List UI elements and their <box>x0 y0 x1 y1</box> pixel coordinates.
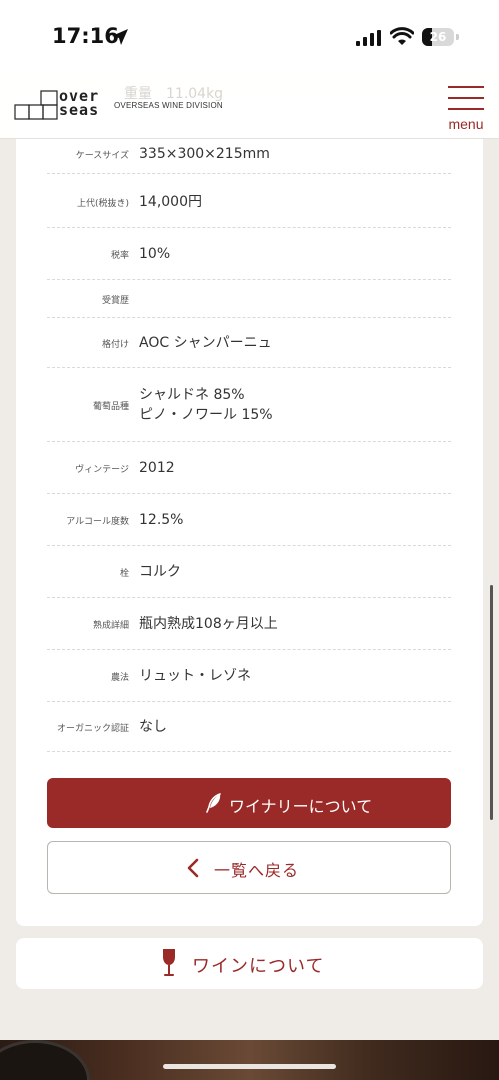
about-wine-button[interactable]: ワインについて <box>16 938 483 989</box>
coffee-cup-image <box>0 1040 90 1080</box>
battery-tip <box>456 34 459 40</box>
footer-photo <box>0 1040 499 1080</box>
spec-row: 格付け AOC シャンパーニュ <box>47 318 451 368</box>
spec-row: 農法 リュット・レゾネ <box>47 650 451 702</box>
logo-icon <box>14 90 58 120</box>
spec-row: 葡萄品種 シャルドネ 85% ピノ・ノワール 15% <box>47 368 451 442</box>
spec-row: 上代(税抜き) 14,000円 <box>47 176 451 228</box>
spec-label: 受賞歴 <box>101 296 129 306</box>
spec-label: ヴィンテージ <box>75 465 129 475</box>
about-winery-label: ワイナリーについて <box>229 797 373 816</box>
spec-value: 10% <box>139 246 171 262</box>
home-indicator[interactable] <box>163 1064 336 1069</box>
spec-label: ケースサイズ <box>75 151 129 161</box>
spec-value: 12.5% <box>139 512 184 528</box>
logo-subtitle: OVERSEAS WINE DIVISION <box>114 101 223 110</box>
spec-row: 熟成詳細 瓶内熟成108ヶ月以上 <box>47 598 451 650</box>
battery-level: 26 <box>429 30 447 44</box>
spec-label: 格付け <box>101 340 129 350</box>
spec-value: 14,000円 <box>139 194 202 210</box>
about-winery-button[interactable]: ワイナリーについて <box>47 778 451 828</box>
spec-row: 税率 10% <box>47 228 451 280</box>
back-to-list-label: 一覧へ戻る <box>214 861 300 880</box>
spec-value: 2012 <box>139 460 175 476</box>
spec-value: コルク <box>139 564 181 580</box>
spec-value: AOC シャンパーニュ <box>139 335 272 351</box>
spec-value: 335×300×215mm <box>139 146 270 162</box>
spec-row: ケースサイズ 335×300×215mm <box>47 134 451 174</box>
clock: 17:16 <box>52 24 119 48</box>
menu-button[interactable]: menu <box>446 84 486 134</box>
feather-icon <box>206 793 221 813</box>
spec-value: 瓶内熟成108ヶ月以上 <box>139 616 278 632</box>
spec-row: ヴィンテージ 2012 <box>47 442 451 494</box>
spec-row: オーガニック認証 なし <box>47 702 451 752</box>
spec-row: 栓コルク <box>47 546 451 598</box>
cellular-signal-icon <box>356 30 381 46</box>
spec-row: 受賞歴 <box>47 280 451 318</box>
menu-bar-2 <box>448 97 484 99</box>
spec-label: オーガニック認証 <box>56 724 129 734</box>
wifi-icon <box>390 27 414 45</box>
logo-line-2: seas <box>59 101 100 119</box>
spec-label: 上代(税抜き) <box>76 199 129 209</box>
spec-label: 税率 <box>110 251 129 261</box>
spec-value: なし <box>139 719 167 735</box>
logo-wordmark[interactable]: over seas <box>59 89 100 119</box>
spec-label: 葡萄品種 <box>92 402 129 412</box>
menu-bar-3 <box>448 108 484 110</box>
about-wine-label: ワインについて <box>192 956 325 977</box>
battery-icon: 26 <box>422 28 454 46</box>
spec-label: 農法 <box>110 673 129 683</box>
wine-glass-icon <box>163 949 175 976</box>
spec-value-line-2: ピノ・ノワール 15% <box>139 407 273 423</box>
spec-label: アルコール度数 <box>66 517 129 527</box>
scrolled-under-text: 重量 11.04kg <box>124 86 224 102</box>
site-header: 重量 11.04kg over seas OVERSEAS WINE DIVIS… <box>0 76 499 139</box>
chevron-left-icon <box>187 858 199 878</box>
spec-value: リュット・レゾネ <box>139 668 251 684</box>
status-bar: 17:16 26 <box>0 0 499 76</box>
menu-bar-1 <box>448 86 484 88</box>
spec-label: 栓 <box>119 569 129 579</box>
spec-value: シャルドネ 85% <box>139 387 245 403</box>
scrollbar[interactable] <box>490 585 493 820</box>
spec-label: 熟成詳細 <box>92 621 129 631</box>
spec-row: アルコール度数 12.5% <box>47 494 451 546</box>
location-arrow-icon <box>112 29 128 45</box>
menu-label: menu <box>448 116 484 132</box>
back-to-list-button[interactable]: 一覧へ戻る <box>47 841 451 894</box>
